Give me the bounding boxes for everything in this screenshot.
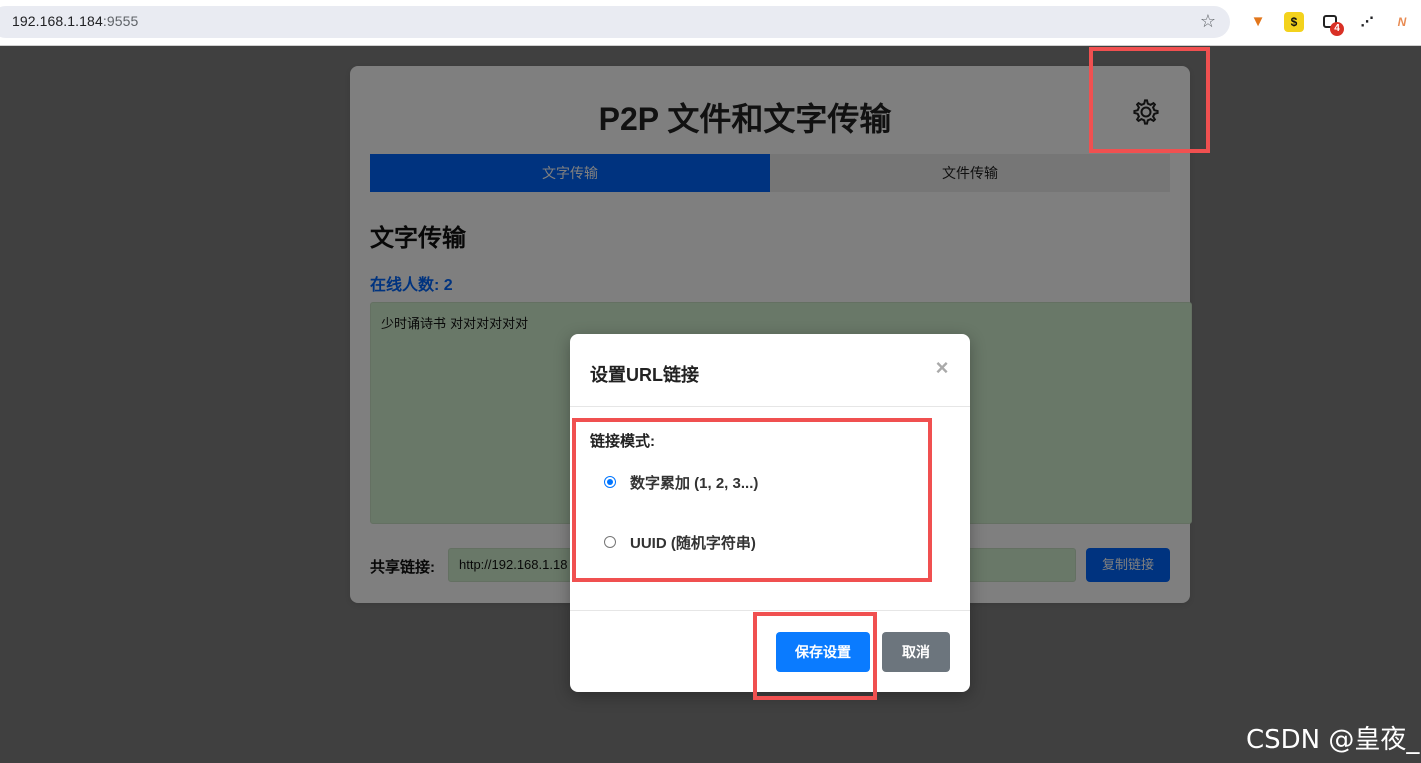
metamask-fox-icon[interactable]: ▼ <box>1248 12 1268 32</box>
modal-header: 设置URL链接 × <box>570 334 970 407</box>
n-extension-icon[interactable]: N <box>1392 12 1412 32</box>
url-text: 192.168.1.184:9555 <box>12 13 139 29</box>
watermark: CSDN @皇夜_ <box>1246 725 1420 755</box>
trend-extension-icon[interactable]: ⋰ <box>1357 12 1377 32</box>
annotation-box-save <box>753 612 877 700</box>
modal-footer-divider <box>570 610 970 611</box>
annotation-box-options <box>572 418 932 582</box>
close-icon[interactable]: × <box>932 357 952 379</box>
modal-title: 设置URL链接 <box>590 365 699 385</box>
s-extension-icon[interactable]: $ <box>1284 12 1304 32</box>
address-bar[interactable]: 192.168.1.184:9555 <box>0 6 1230 38</box>
cancel-button[interactable]: 取消 <box>882 632 950 672</box>
tab-extension-icon[interactable]: 4 <box>1321 12 1344 36</box>
bookmark-star-icon[interactable]: ☆ <box>1198 11 1218 31</box>
extension-badge: 4 <box>1330 22 1344 36</box>
browser-toolbar: 192.168.1.184:9555 ☆ ▼ $ 4 ⋰ N <box>0 0 1421 46</box>
annotation-box-gear <box>1089 47 1210 153</box>
